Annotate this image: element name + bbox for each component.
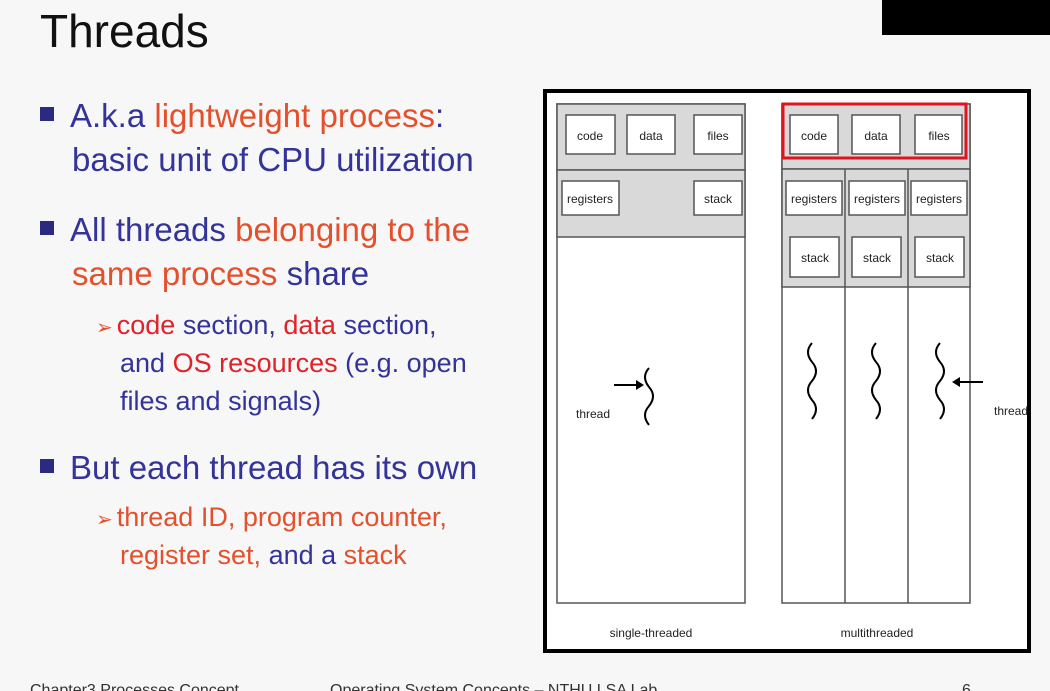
label: code bbox=[801, 129, 827, 143]
label: files bbox=[928, 129, 949, 143]
footer-chapter: Chapter3 Processes Concept bbox=[30, 682, 239, 691]
footer-course: Operating System Concepts – NTHU LSA Lab bbox=[330, 682, 658, 691]
label: registers bbox=[791, 192, 837, 206]
label: stack bbox=[704, 192, 733, 206]
thread-label: thread bbox=[576, 407, 610, 421]
caption: single-threaded bbox=[610, 626, 693, 640]
footer-page-number: 6 bbox=[962, 682, 971, 691]
thread-label: thread bbox=[994, 404, 1028, 418]
label: stack bbox=[926, 251, 955, 265]
multithreaded-process bbox=[781, 103, 971, 604]
label: files bbox=[707, 129, 728, 143]
caption: multithreaded bbox=[841, 626, 914, 640]
label: stack bbox=[801, 251, 830, 265]
thread-diagram: code data files registers stack thread s… bbox=[543, 89, 1031, 653]
label: registers bbox=[854, 192, 900, 206]
label: registers bbox=[567, 192, 613, 206]
single-threaded-process bbox=[556, 103, 746, 604]
label: registers bbox=[916, 192, 962, 206]
label: code bbox=[577, 129, 603, 143]
label: data bbox=[864, 129, 888, 143]
slide: Threads A.k.a lightweight process: basic… bbox=[0, 0, 1050, 691]
label: stack bbox=[863, 251, 892, 265]
label: data bbox=[639, 129, 663, 143]
